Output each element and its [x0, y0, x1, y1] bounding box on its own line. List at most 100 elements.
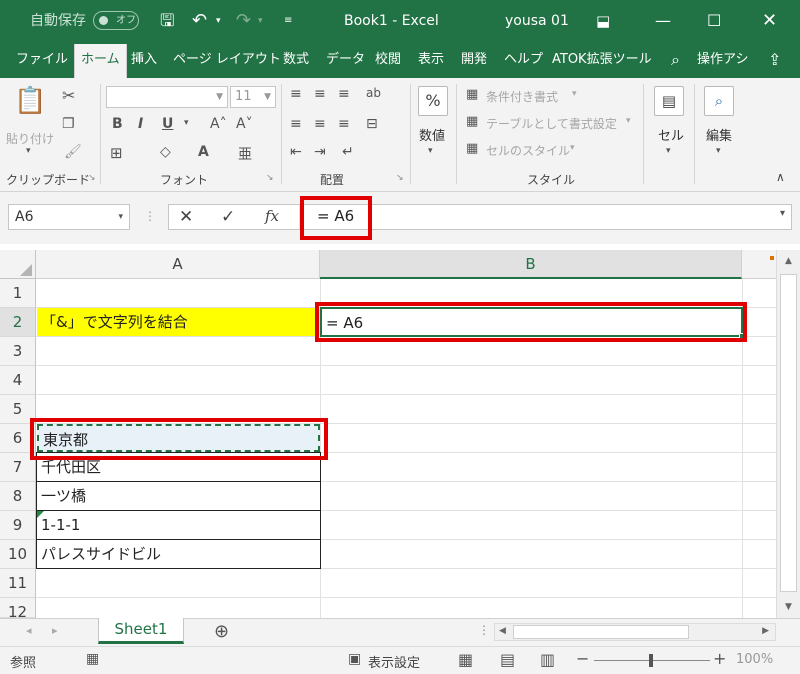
font-name-combo[interactable]: ▼: [106, 86, 228, 108]
row-header-12[interactable]: 12: [0, 598, 36, 618]
decrease-indent-icon[interactable]: ⇤: [290, 144, 302, 160]
clipboard-launcher-icon[interactable]: ↘: [88, 173, 96, 183]
decrease-font-icon[interactable]: A˅: [236, 116, 253, 132]
scroll-down-icon[interactable]: ▼: [785, 602, 792, 612]
ribbon-display-options-icon[interactable]: ⬓: [596, 0, 610, 42]
paste-dropdown-icon[interactable]: ▾: [26, 146, 31, 156]
zoom-level[interactable]: 100%: [736, 652, 773, 667]
increase-font-icon[interactable]: A˄: [210, 116, 227, 132]
fill-color-icon[interactable]: ◇: [160, 144, 171, 160]
editing-dropdown-icon[interactable]: ▾: [716, 146, 721, 156]
align-middle-icon[interactable]: ≡: [314, 86, 326, 102]
border-icon[interactable]: ⊞: [110, 144, 123, 162]
scroll-right-icon[interactable]: ▶: [762, 626, 769, 636]
sheet-tab-sheet1[interactable]: Sheet1: [98, 618, 184, 644]
share-icon[interactable]: ⇪: [768, 42, 781, 78]
alignment-launcher-icon[interactable]: ↘: [396, 173, 404, 183]
font-launcher-icon[interactable]: ↘: [266, 173, 274, 183]
vertical-scrollbar[interactable]: ▲ ▼: [776, 250, 800, 618]
format-painter-icon[interactable]: 🖌: [64, 144, 82, 160]
tab-insert[interactable]: 挿入: [131, 42, 157, 78]
cell-a10[interactable]: パレスサイドビル: [36, 539, 321, 569]
user-name[interactable]: yousa 01: [505, 0, 569, 42]
maximize-icon[interactable]: ☐: [707, 0, 721, 42]
tab-formulas[interactable]: 数式: [283, 42, 309, 78]
cell-a8[interactable]: 一ツ橋: [36, 481, 321, 511]
column-header-a[interactable]: A: [36, 250, 320, 279]
redo-dropdown-icon[interactable]: ▾: [258, 0, 263, 42]
cancel-entry-icon[interactable]: ✕: [179, 207, 193, 227]
align-center-icon[interactable]: ≡: [314, 116, 326, 132]
row-header-8[interactable]: 8: [0, 482, 36, 511]
save-icon[interactable]: 🖫: [160, 0, 174, 42]
display-settings-button[interactable]: 表示設定: [368, 652, 420, 671]
expand-formula-bar-icon[interactable]: ▾: [780, 208, 785, 219]
paste-icon[interactable]: 📋: [14, 86, 46, 122]
editing-button[interactable]: 編集: [706, 125, 732, 144]
row-header-1[interactable]: 1: [0, 279, 36, 308]
row-header-11[interactable]: 11: [0, 569, 36, 598]
number-button[interactable]: 数値: [419, 125, 445, 144]
underline-button[interactable]: U: [162, 116, 173, 132]
normal-view-icon[interactable]: ▦: [458, 650, 473, 669]
bold-button[interactable]: B: [112, 116, 123, 132]
merge-center-icon[interactable]: ⊟: [366, 116, 378, 132]
phonetic-icon[interactable]: 亜: [238, 144, 252, 164]
horizontal-scroll-thumb[interactable]: [513, 625, 689, 639]
cell-styles-icon[interactable]: ▦: [466, 141, 478, 156]
conditional-format-button[interactable]: 条件付き書式: [486, 88, 558, 105]
select-all-button[interactable]: [0, 250, 36, 279]
confirm-entry-icon[interactable]: ✓: [221, 207, 235, 227]
close-icon[interactable]: ✕: [762, 0, 777, 42]
tab-review[interactable]: 校閲: [375, 42, 401, 78]
insert-function-button[interactable]: fx: [265, 207, 279, 225]
cell-a2[interactable]: 「&」で文字列を結合: [37, 308, 320, 336]
undo-icon[interactable]: ↶: [192, 0, 207, 42]
tab-help[interactable]: ヘルプ: [504, 42, 543, 78]
font-size-combo[interactable]: 11 ▼: [230, 86, 276, 108]
lightbulb-search-icon[interactable]: ⌕: [671, 42, 680, 78]
orientation-icon[interactable]: ab: [366, 86, 381, 100]
cells-icon[interactable]: ▤: [654, 86, 684, 116]
format-as-table-icon[interactable]: ▦: [466, 114, 478, 129]
error-indicator-icon[interactable]: [37, 511, 44, 518]
tab-file[interactable]: ファイル: [16, 42, 68, 78]
tell-me-box[interactable]: 操作アシ: [697, 42, 755, 78]
minimize-icon[interactable]: —: [655, 0, 671, 42]
align-bottom-icon[interactable]: ≡: [338, 86, 350, 102]
row-header-10[interactable]: 10: [0, 540, 36, 569]
zoom-slider-thumb[interactable]: [649, 654, 653, 667]
number-dropdown-icon[interactable]: ▾: [428, 146, 433, 156]
column-header-c[interactable]: [742, 250, 776, 279]
new-sheet-icon[interactable]: ⊕: [214, 621, 229, 642]
row-header-3[interactable]: 3: [0, 337, 36, 366]
copy-icon[interactable]: ❐: [62, 116, 75, 132]
undo-dropdown-icon[interactable]: ▾: [216, 0, 221, 42]
macro-record-icon[interactable]: ▦: [86, 651, 99, 667]
scroll-left-icon[interactable]: ◀: [499, 626, 506, 636]
tab-home[interactable]: ホーム: [74, 44, 127, 78]
page-layout-view-icon[interactable]: ▤: [500, 650, 515, 669]
tab-split-grip-icon[interactable]: ⋮: [478, 623, 490, 637]
underline-dropdown-icon[interactable]: ▾: [184, 118, 189, 128]
name-box[interactable]: A6 ▾: [8, 204, 130, 230]
tab-page-layout[interactable]: ページ レイアウト: [173, 42, 281, 78]
wrap-text-icon[interactable]: ↵: [342, 144, 354, 160]
display-settings-icon[interactable]: ▣: [348, 651, 361, 667]
redo-icon[interactable]: ↷: [236, 0, 251, 42]
tab-view[interactable]: 表示: [418, 42, 444, 78]
align-top-icon[interactable]: ≡: [290, 86, 302, 102]
vertical-scroll-thumb[interactable]: [780, 274, 797, 592]
increase-indent-icon[interactable]: ⇥: [314, 144, 326, 160]
format-as-table-button[interactable]: テーブルとして書式設定: [486, 115, 617, 132]
scroll-up-icon[interactable]: ▲: [785, 256, 792, 266]
horizontal-scrollbar[interactable]: ◀ ▶: [494, 623, 776, 641]
row-header-4[interactable]: 4: [0, 366, 36, 395]
tab-developer[interactable]: 開発: [461, 42, 487, 78]
autosave-toggle[interactable]: オフ: [93, 11, 139, 30]
cells-button[interactable]: セル: [658, 125, 684, 144]
cell-a9[interactable]: 1-1-1: [36, 510, 321, 540]
editing-search-icon[interactable]: ⌕: [704, 86, 734, 116]
align-right-icon[interactable]: ≡: [338, 116, 350, 132]
page-break-view-icon[interactable]: ▥: [540, 650, 555, 669]
